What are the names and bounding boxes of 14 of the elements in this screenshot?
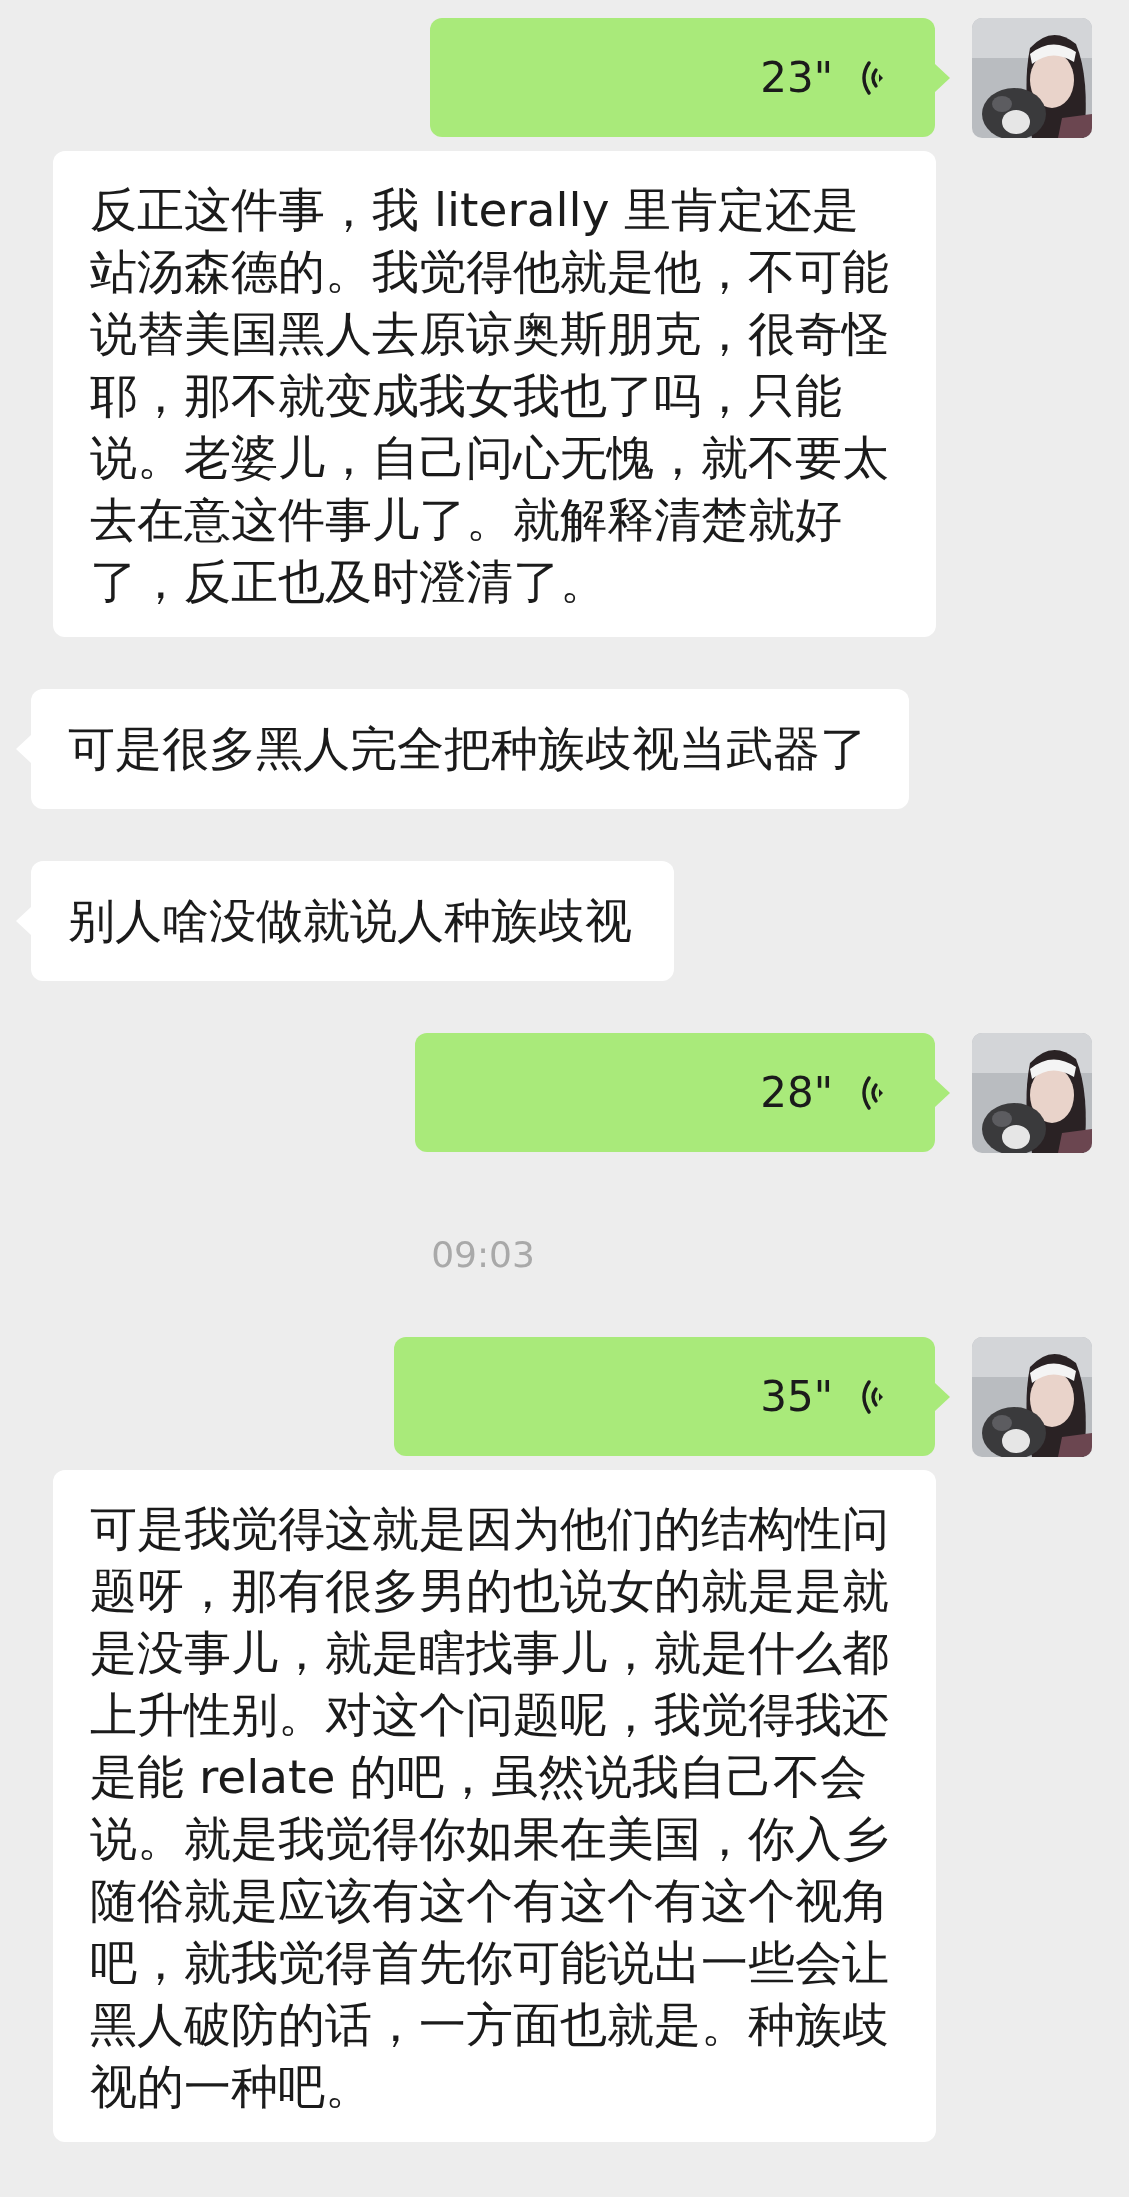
voice-wave-icon xyxy=(859,1378,883,1415)
voice-wave-icon xyxy=(859,59,883,96)
timestamp: 09:03 xyxy=(431,1233,535,1277)
voice-transcript: 可是我觉得这就是因为他们的结构性问题呀，那有很多男的也说女的就是是就是没事儿，就是瞎找事儿，就是什么都上升性别。对这个问题呢，我觉得我还是能 relate 的吧，虽然说我自己不会说。就是我觉得你如果在美国，你入乡随俗就是应该有这个有这个有这个视角吧，就我觉得首先你可能说出一些会让黑人破防的话，一方面也就是。种族歧视的一种吧。 xyxy=(53,1470,936,2142)
bubble-tail xyxy=(935,1383,950,1411)
message-bubble: 可是很多黑人完全把种族歧视当武器了 xyxy=(31,689,909,809)
voice-wave-icon xyxy=(859,1074,883,1111)
voice-message[interactable]: 35" xyxy=(394,1337,935,1456)
voice-message[interactable]: 28" xyxy=(415,1033,935,1152)
voice-message[interactable]: 23" xyxy=(430,18,935,137)
bubble-tail xyxy=(935,1079,950,1107)
voice-transcript: 反正这件事，我 literally 里肯定还是站汤森德的。我觉得他就是他，不可能说替美国黑人去原谅奥斯朋克，很奇怪耶，那不就变成我女我也了吗，只能说。老婆儿，自己问心无愧，就不要太去在意这件事儿了。就解释清楚就好了，反正也及时澄清了。 xyxy=(53,151,936,637)
bubble-tail xyxy=(935,64,950,92)
message-bubble: 别人啥没做就说人种族歧视 xyxy=(31,861,674,981)
